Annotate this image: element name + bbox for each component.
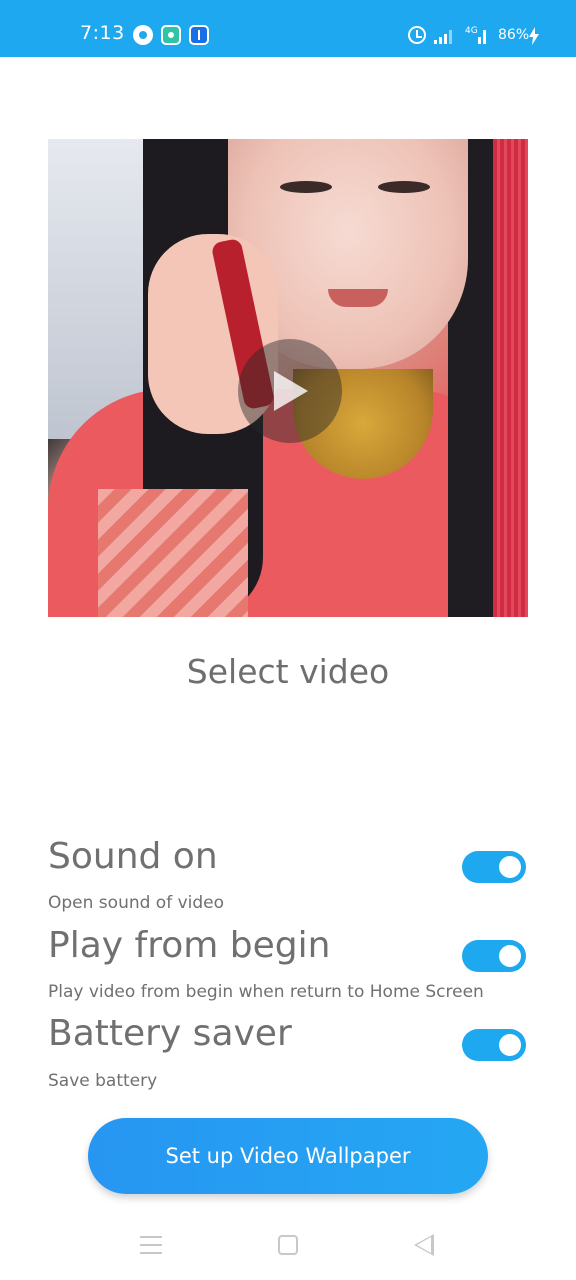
green-app-icon xyxy=(161,25,181,45)
signal-icon xyxy=(466,28,488,44)
back-icon[interactable] xyxy=(414,1234,434,1256)
play-button[interactable] xyxy=(238,339,342,443)
usb-icon xyxy=(189,25,209,45)
signal-icon xyxy=(434,28,456,44)
preview-lips xyxy=(328,289,388,307)
play-from-begin-title: Play from begin xyxy=(48,925,331,966)
toggle-knob xyxy=(499,945,521,967)
toggle-knob xyxy=(499,856,521,878)
sound-on-description: Open sound of video xyxy=(48,893,225,913)
navigation-bar xyxy=(0,1210,576,1280)
video-preview[interactable] xyxy=(48,139,528,617)
sound-on-toggle[interactable] xyxy=(462,851,526,883)
battery-level: 86% xyxy=(498,27,530,43)
preview-scarf xyxy=(493,139,528,617)
set-up-video-wallpaper-button[interactable]: Set up Video Wallpaper xyxy=(88,1118,488,1194)
battery-saver-title: Battery saver xyxy=(48,1013,292,1054)
toggle-knob xyxy=(499,1034,521,1056)
alarm-icon xyxy=(408,26,426,44)
charging-bolt-icon xyxy=(529,27,539,45)
preview-eye xyxy=(378,181,430,193)
status-bar: 7:13 4G 86% xyxy=(0,0,576,57)
menu-icon[interactable] xyxy=(140,1236,162,1254)
play-from-begin-description: Play video from begin when return to Hom… xyxy=(48,982,484,1002)
play-icon xyxy=(274,371,308,411)
status-time: 7:13 xyxy=(80,22,125,44)
sound-on-title: Sound on xyxy=(48,836,218,877)
battery-saver-description: Save battery xyxy=(48,1071,158,1091)
preview-sleeve xyxy=(98,489,248,617)
preview-eye xyxy=(280,181,332,193)
circle-app-icon xyxy=(133,25,153,45)
battery-saver-toggle[interactable] xyxy=(462,1029,526,1061)
play-from-begin-toggle[interactable] xyxy=(462,940,526,972)
home-icon[interactable] xyxy=(278,1235,298,1255)
select-video-button[interactable]: Select video xyxy=(0,652,576,691)
